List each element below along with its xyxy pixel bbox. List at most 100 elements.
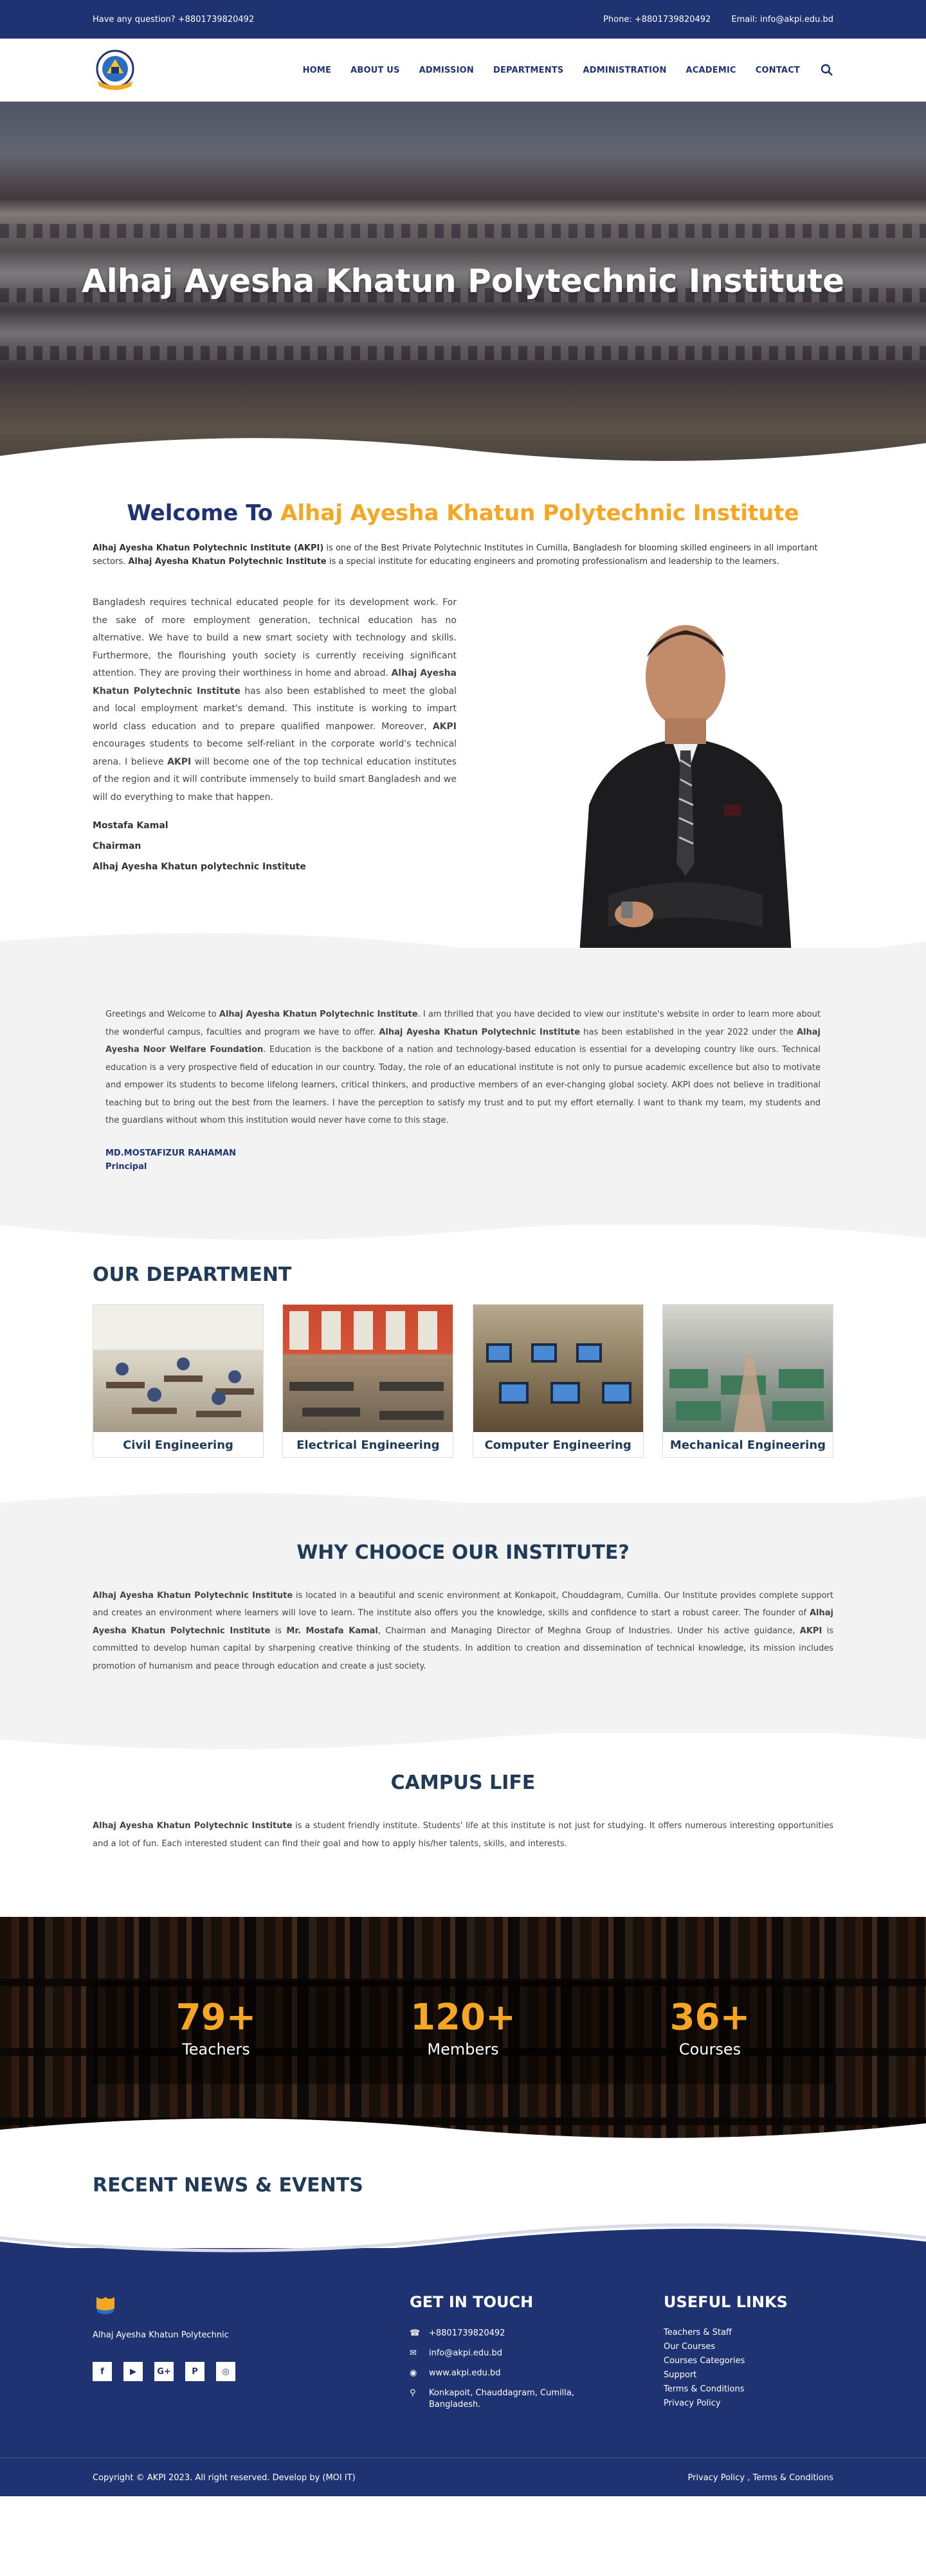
social-links: f ▶ G+ P ◎ bbox=[93, 2362, 410, 2381]
dept-card-computer[interactable]: Computer Engineering bbox=[472, 1303, 644, 1458]
chairman-bold-2: AKPI bbox=[432, 721, 457, 732]
dept-name-mechanical[interactable]: Mechanical Engineering bbox=[663, 1432, 833, 1457]
dept-card-electrical[interactable]: Electrical Engineering bbox=[282, 1303, 454, 1458]
principal-role: Principal bbox=[105, 1161, 147, 1172]
chairman-bold-3: AKPI bbox=[167, 756, 192, 767]
counter-members-label: Members bbox=[427, 2040, 499, 2058]
welcome-title-accent: Alhaj Ayesha Khatun Polytechnic Institut… bbox=[280, 500, 799, 526]
policy-links[interactable]: Privacy Policy , Terms & Conditions bbox=[688, 2473, 833, 2483]
departments-grid: Civil Engineering Electrical Engineering bbox=[93, 1303, 833, 1458]
site-logo[interactable] bbox=[93, 48, 138, 93]
nav-contact[interactable]: CONTACT bbox=[756, 66, 800, 75]
why-text: Alhaj Ayesha Khatun Polytechnic Institut… bbox=[93, 1587, 833, 1676]
campus-title: CAMPUS LIFE bbox=[390, 1772, 536, 1794]
dept-name-electrical[interactable]: Electrical Engineering bbox=[283, 1432, 453, 1457]
youtube-icon[interactable]: ▶ bbox=[123, 2362, 143, 2381]
news-title: RECENT NEWS & EVENTS bbox=[93, 2174, 363, 2197]
dept-card-mechanical[interactable]: Mechanical Engineering bbox=[662, 1303, 833, 1458]
nav-administration[interactable]: ADMINISTRATION bbox=[583, 66, 666, 75]
counter-section: 79+ Teachers 120+ Members 36+ Courses bbox=[0, 1917, 926, 2148]
campus-text: Alhaj Ayesha Khatun Polytechnic Institut… bbox=[93, 1817, 833, 1853]
links-title: USEFUL LINKS bbox=[664, 2293, 788, 2311]
principal-text-1: Greetings and Welcome to bbox=[105, 1010, 219, 1019]
top-question: Have any question? +8801739820492 bbox=[93, 14, 255, 24]
footer-contact-column: GET IN TOUCH ☎ +8801739820492 ✉ info@akpi.… bbox=[410, 2293, 664, 2419]
chairman-text-1: Bangladesh requires technical educated p… bbox=[93, 597, 457, 678]
counter-courses-number: 36+ bbox=[669, 1997, 750, 2038]
campus-bold-1: Alhaj Ayesha Khatun Polytechnic Institut… bbox=[93, 1821, 293, 1831]
why-text-3: , Chairman and Managing Director of Megh… bbox=[377, 1626, 800, 1636]
counter-teachers-label: Teachers bbox=[182, 2040, 250, 2058]
contact-title: GET IN TOUCH bbox=[410, 2293, 534, 2311]
intro-bold-1: Alhaj Ayesha Khatun Polytechnic Institut… bbox=[93, 543, 324, 553]
principal-bold-2: Alhaj Ayesha Khatun Polytechnic Institut… bbox=[379, 1027, 581, 1037]
top-email[interactable]: Email: info@akpi.edu.bd bbox=[731, 15, 833, 24]
top-phone[interactable]: Phone: +8801739820492 bbox=[603, 15, 711, 24]
main-menu: HOME ABOUT US ADMISSION DEPARTMENTS ADMI… bbox=[284, 64, 833, 77]
link-support[interactable]: Support bbox=[664, 2370, 833, 2380]
counter-teachers: 79+ Teachers bbox=[93, 1981, 340, 2084]
footer-email[interactable]: info@akpi.edu.bd bbox=[429, 2348, 502, 2359]
welcome-title: Welcome To Alhaj Ayesha Khatun Polytechn… bbox=[93, 500, 833, 526]
nav-admission[interactable]: ADMISSION bbox=[419, 66, 474, 75]
hero-banner: Alhaj Ayesha Khatun Polytechnic Institut… bbox=[0, 102, 926, 475]
nav-academic[interactable]: ACADEMIC bbox=[686, 66, 736, 75]
footer-brand-name: Alhaj Ayesha Khatun Polytechnic bbox=[93, 2330, 229, 2340]
google-plus-icon[interactable]: G+ bbox=[154, 2362, 174, 2381]
why-text-2: is bbox=[270, 1626, 287, 1636]
footer-web[interactable]: www.akpi.edu.bd bbox=[429, 2368, 500, 2379]
nav-about-us[interactable]: ABOUT US bbox=[350, 66, 400, 75]
welcome-intro: Alhaj Ayesha Khatun Polytechnic Institut… bbox=[93, 541, 833, 568]
dept-name-computer[interactable]: Computer Engineering bbox=[473, 1432, 643, 1457]
counter-members-number: 120+ bbox=[410, 1997, 516, 2038]
footer-logo[interactable] bbox=[93, 2293, 118, 2319]
intro-text-2: is a special institute for educating eng… bbox=[326, 557, 779, 567]
why-title: WHY CHOOCE OUR INSTITUTE? bbox=[296, 1541, 630, 1564]
copyright-text: Copyright © AKPI 2023. All right reserve… bbox=[93, 2472, 356, 2483]
link-teachers-staff[interactable]: Teachers & Staff bbox=[664, 2328, 833, 2337]
principal-name: MD.MOSTAFIZUR RAHAMAN bbox=[105, 1148, 237, 1158]
dept-image-civil bbox=[93, 1304, 263, 1432]
footer-links-column: USEFUL LINKS Teachers & Staff Our Course… bbox=[664, 2293, 833, 2419]
globe-icon: ◉ bbox=[410, 2368, 417, 2378]
chairman-name: Mostafa Kamal bbox=[93, 821, 168, 831]
why-bold-1: Alhaj Ayesha Khatun Polytechnic Institut… bbox=[93, 1590, 293, 1601]
chairman-signature: Mostafa Kamal Chairman Alhaj Ayesha Khat… bbox=[93, 821, 457, 872]
footer-phone[interactable]: +8801739820492 bbox=[429, 2328, 505, 2339]
hero-title: Alhaj Ayesha Khatun Polytechnic Institut… bbox=[81, 262, 845, 300]
dept-image-computer bbox=[473, 1304, 643, 1432]
link-courses-categories[interactable]: Courses Categories bbox=[664, 2356, 833, 2366]
counter-members: 120+ Members bbox=[340, 1981, 586, 2084]
nav-departments[interactable]: DEPARTMENTS bbox=[493, 66, 564, 75]
facebook-icon[interactable]: f bbox=[93, 2362, 112, 2381]
phone-icon: ☎ bbox=[410, 2328, 421, 2338]
link-terms[interactable]: Terms & Conditions bbox=[664, 2384, 833, 2394]
nav-home[interactable]: HOME bbox=[303, 66, 332, 75]
why-bold-3: Mr. Mostafa Kamal bbox=[286, 1626, 378, 1636]
principal-signature: MD.MOSTAFIZUR RAHAMAN Principal bbox=[93, 1147, 833, 1174]
pinterest-icon[interactable]: P bbox=[185, 2362, 204, 2381]
search-icon[interactable] bbox=[821, 64, 833, 77]
chairman-role: Chairman bbox=[93, 841, 141, 851]
principal-bold-1: Alhaj Ayesha Khatun Polytechnic Institut… bbox=[219, 1010, 418, 1019]
dept-image-mechanical bbox=[662, 1304, 833, 1432]
campus-life-section: CAMPUS LIFE Alhaj Ayesha Khatun Polytech… bbox=[0, 1733, 926, 1917]
why-bold-4: AKPI bbox=[799, 1626, 822, 1636]
departments-title: OUR DEPARTMENT bbox=[93, 1263, 292, 1286]
navbar: HOME ABOUT US ADMISSION DEPARTMENTS ADMI… bbox=[0, 39, 926, 102]
footer: Alhaj Ayesha Khatun Polytechnic f ▶ G+ P… bbox=[0, 2222, 926, 2458]
dept-card-civil[interactable]: Civil Engineering bbox=[93, 1303, 264, 1458]
departments-section: OUR DEPARTMENT Civil Engineering Electri… bbox=[0, 1225, 926, 1503]
dept-name-civil[interactable]: Civil Engineering bbox=[93, 1432, 263, 1457]
top-bar: Have any question? +8801739820492 Phone:… bbox=[0, 0, 926, 39]
principal-section: Greetings and Welcome to Alhaj Ayesha Kh… bbox=[0, 933, 926, 1240]
link-our-courses[interactable]: Our Courses bbox=[664, 2342, 833, 2352]
counter-courses: 36+ Courses bbox=[586, 1981, 833, 2084]
welcome-title-prefix: Welcome To bbox=[127, 500, 281, 526]
principal-text: Greetings and Welcome to Alhaj Ayesha Kh… bbox=[93, 1006, 833, 1130]
instagram-icon[interactable]: ◎ bbox=[216, 2362, 235, 2381]
chairman-text: Bangladesh requires technical educated p… bbox=[93, 594, 457, 806]
footer-brand-column: Alhaj Ayesha Khatun Polytechnic f ▶ G+ P… bbox=[93, 2293, 410, 2419]
principal-text-4: . Education is the backbone of a nation … bbox=[105, 1045, 821, 1125]
link-privacy[interactable]: Privacy Policy bbox=[664, 2399, 833, 2408]
